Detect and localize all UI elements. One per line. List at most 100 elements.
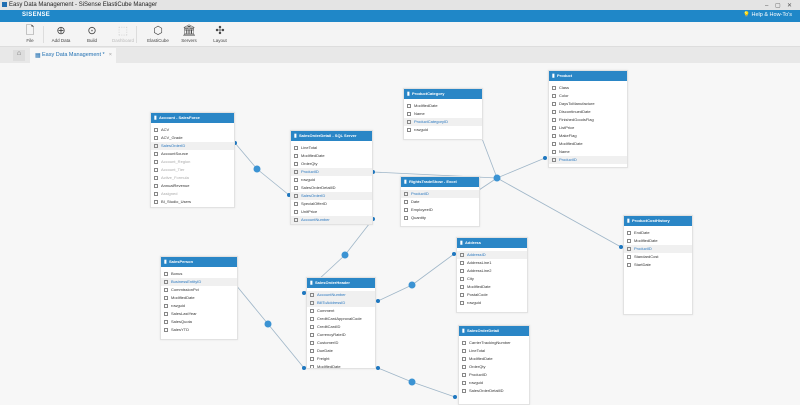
column-row[interactable]: Name bbox=[404, 110, 482, 118]
table-header[interactable]: ▮ SalesOrderHeader bbox=[307, 278, 375, 288]
column-row[interactable]: DiscontinuedDate bbox=[549, 108, 627, 116]
home-button[interactable]: ⌂ bbox=[13, 50, 25, 61]
table-productcosthistory[interactable]: ▮ ProductCostHistory EndDate ModifiedDate Pr… bbox=[623, 215, 693, 315]
column-row[interactable]: AccountSource bbox=[151, 150, 234, 158]
help-link[interactable]: 💡 Help & How-To's bbox=[743, 12, 792, 18]
column-row[interactable]: CreditCardID bbox=[307, 323, 375, 331]
table-salesorderheader[interactable]: ▮ SalesOrderHeader AccountNumber BillToAddr… bbox=[306, 277, 376, 369]
table-header[interactable]: ▮ SalesOrderDetail bbox=[459, 326, 529, 336]
column-row[interactable]: Class bbox=[549, 84, 627, 92]
column-row[interactable]: rowguid bbox=[459, 379, 529, 387]
table-productcategory[interactable]: ▮ ProductCategory ModifiedDate Name ProductC… bbox=[403, 88, 483, 140]
column-row[interactable]: CustomerID bbox=[307, 339, 375, 347]
column-row[interactable]: OrderQty bbox=[291, 160, 372, 168]
relationship-line[interactable] bbox=[496, 157, 546, 179]
toolbar-file-button[interactable]: 🗋 File bbox=[17, 24, 43, 43]
toolbar-add-data-button[interactable]: ⊕ Add Data bbox=[48, 24, 74, 43]
column-row[interactable]: ModifiedDate bbox=[291, 152, 372, 160]
toolbar-servers-button[interactable]: 🏛 Servers bbox=[176, 24, 202, 43]
relationship-node[interactable] bbox=[341, 251, 349, 259]
column-row[interactable]: BillToAddressID bbox=[307, 299, 375, 307]
column-row[interactable]: AddressID bbox=[457, 251, 527, 259]
toolbar-layout-button[interactable]: ✣ Layout bbox=[207, 24, 233, 43]
column-row[interactable]: SalesOrderDetailID bbox=[291, 184, 372, 192]
close-tab-icon[interactable]: × bbox=[109, 52, 112, 58]
column-row[interactable]: ModifiedDate bbox=[307, 363, 375, 368]
column-row[interactable]: SalesQuota bbox=[161, 318, 237, 326]
column-row[interactable]: FinishedGoodsFlag bbox=[549, 116, 627, 124]
column-row[interactable]: rowguid bbox=[161, 302, 237, 310]
column-row[interactable]: ModifiedDate bbox=[549, 140, 627, 148]
column-row[interactable]: CurrencyRateID bbox=[307, 331, 375, 339]
column-row[interactable]: AnnualRevenue bbox=[151, 182, 234, 190]
toolbar-elasticube-button[interactable]: ⬡ ElastiCube bbox=[145, 24, 171, 43]
column-row[interactable]: SalesOrderID bbox=[151, 142, 234, 150]
table-header[interactable]: ▮ SalesPerson bbox=[161, 257, 237, 267]
table-salesperson[interactable]: ▮ SalesPerson Bonus BusinessEntityID Commiss… bbox=[160, 256, 238, 340]
column-row[interactable]: UnitPrice bbox=[291, 208, 372, 216]
column-row[interactable]: StandardCost bbox=[624, 253, 692, 261]
table-header[interactable]: ▮ ProductCostHistory bbox=[624, 216, 692, 226]
column-row[interactable]: Bonus bbox=[161, 270, 237, 278]
relationship-line[interactable] bbox=[234, 142, 290, 196]
table-account-salesforce[interactable]: ▮ Account - SalesForce ACV ACV_Grade SalesOr… bbox=[150, 112, 235, 208]
connector-dot[interactable] bbox=[376, 299, 380, 303]
column-row[interactable]: StartDate bbox=[624, 261, 692, 269]
column-row[interactable]: ModifiedDate bbox=[457, 283, 527, 291]
column-row[interactable]: ProductID bbox=[291, 168, 372, 176]
column-row[interactable]: Account_Region bbox=[151, 158, 234, 166]
table-salesorderdetail[interactable]: ▮ SalesOrderDetail CarrierTrackingNumber Li… bbox=[458, 325, 530, 405]
column-row[interactable]: SalesYTD bbox=[161, 326, 237, 334]
column-row[interactable]: BI_Studio_Users bbox=[151, 198, 234, 206]
table-header[interactable]: ▮ RightsTradeShow - Excel bbox=[401, 177, 479, 187]
column-row[interactable]: PostalCode bbox=[457, 291, 527, 299]
column-row[interactable]: SalesLastYear bbox=[161, 310, 237, 318]
column-row[interactable]: EndDate bbox=[624, 229, 692, 237]
tab-easy-data-management[interactable]: ▦ Easy Data Management * × bbox=[30, 48, 116, 63]
table-header[interactable]: ▮ SalesOrderDetail - SQL Server bbox=[291, 131, 372, 141]
relationship-line[interactable] bbox=[377, 367, 456, 398]
column-row[interactable]: DueDate bbox=[307, 347, 375, 355]
relationship-node[interactable] bbox=[408, 378, 416, 386]
toolbar-build-button[interactable]: ⊙ Build bbox=[79, 24, 105, 43]
column-row[interactable]: ListPrice bbox=[549, 124, 627, 132]
table-header[interactable]: ▮ Product bbox=[549, 71, 627, 81]
column-row[interactable]: AddressLine2 bbox=[457, 267, 527, 275]
column-row[interactable]: ACV bbox=[151, 126, 234, 134]
column-row[interactable]: Name bbox=[549, 148, 627, 156]
column-row[interactable]: ModifiedDate bbox=[161, 294, 237, 302]
table-salesorderdetail-sql-server[interactable]: ▮ SalesOrderDetail - SQL Server LineTotal M… bbox=[290, 130, 373, 225]
connector-dot[interactable] bbox=[376, 366, 380, 370]
column-row[interactable]: ModifiedDate bbox=[404, 102, 482, 110]
column-row[interactable]: rowguid bbox=[457, 299, 527, 307]
column-row[interactable]: SalesOrderID bbox=[291, 192, 372, 200]
relationship-line[interactable] bbox=[377, 253, 455, 302]
column-row[interactable]: AccountNumber bbox=[291, 216, 372, 224]
table-header[interactable]: ▮ ProductCategory bbox=[404, 89, 482, 99]
column-row[interactable]: Assigned bbox=[151, 190, 234, 198]
column-row[interactable]: City bbox=[457, 275, 527, 283]
column-row[interactable]: ProductID bbox=[624, 245, 692, 253]
column-row[interactable]: ProductID bbox=[459, 371, 529, 379]
column-row[interactable]: ModifiedDate bbox=[624, 237, 692, 245]
column-row[interactable]: SpecialOfferID bbox=[291, 200, 372, 208]
column-row[interactable]: LineTotal bbox=[291, 144, 372, 152]
column-row[interactable]: CreditCardApprovalCode bbox=[307, 315, 375, 323]
column-row[interactable]: ACV_Grade bbox=[151, 134, 234, 142]
column-row[interactable]: MakeFlag bbox=[549, 132, 627, 140]
relationship-node[interactable] bbox=[264, 320, 272, 328]
column-row[interactable]: AccountNumber bbox=[307, 291, 375, 299]
table-header[interactable]: ▮ Address bbox=[457, 238, 527, 248]
relationship-node[interactable] bbox=[408, 281, 416, 289]
column-row[interactable]: AddressLine1 bbox=[457, 259, 527, 267]
column-row[interactable]: SalesOrderDetailID bbox=[459, 387, 529, 395]
column-row[interactable]: Quantity bbox=[401, 214, 479, 222]
table-rightstradeshow-excel[interactable]: ▮ RightsTradeShow - Excel ProductID Date Emp… bbox=[400, 176, 480, 227]
column-row[interactable]: Freight bbox=[307, 355, 375, 363]
column-row[interactable]: Date bbox=[401, 198, 479, 206]
column-row[interactable]: Active_Formula bbox=[151, 174, 234, 182]
schema-canvas[interactable]: ▮ Account - SalesForce ACV ACV_Grade SalesOr… bbox=[0, 63, 800, 405]
connector-dot[interactable] bbox=[543, 156, 547, 160]
column-row[interactable]: ModifiedDate bbox=[459, 355, 529, 363]
column-row[interactable]: Comment bbox=[307, 307, 375, 315]
